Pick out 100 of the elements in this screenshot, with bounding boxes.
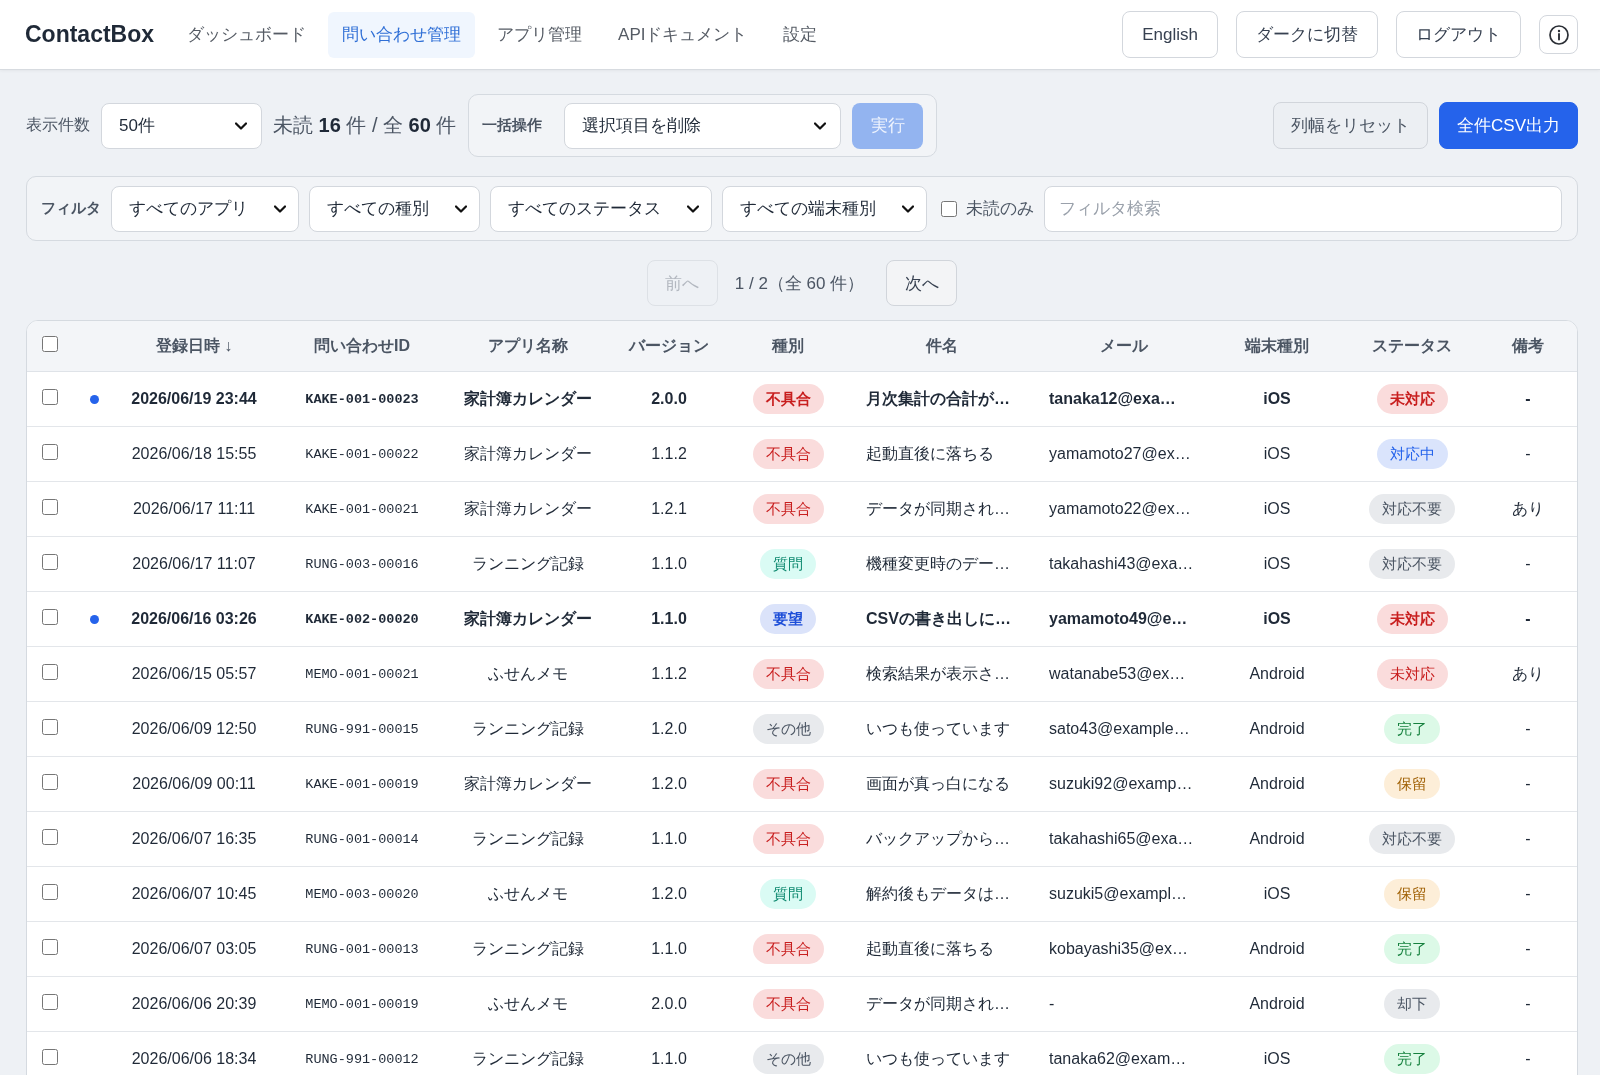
type-tag: 不具合 (752, 384, 824, 414)
status-tag: 保留 (1384, 879, 1440, 909)
filter-dropdown[interactable]: すべてのアプリ (111, 185, 299, 232)
row-checkbox[interactable] (42, 554, 58, 570)
table-cell: 1.1.0 (605, 812, 733, 867)
column-header[interactable]: 種別 (733, 321, 843, 372)
row-checkbox[interactable] (42, 994, 58, 1010)
unread-summary: 未読 16 件 / 全 60 件 (273, 113, 457, 138)
page-size-dropdown[interactable]: 50件 (101, 102, 262, 149)
column-header[interactable]: ステータス (1347, 321, 1477, 372)
unread-only-checkbox[interactable] (941, 200, 957, 217)
table-cell: KAKE-002-00020 (273, 592, 451, 647)
table-cell: 1.1.0 (605, 592, 733, 647)
table-cell: - (1477, 1032, 1577, 1075)
next-page-button[interactable]: 次へ (886, 260, 958, 306)
row-checkbox[interactable] (42, 499, 58, 515)
row-checkbox[interactable] (42, 719, 58, 735)
filter-search-field[interactable]: フィルタ検索 (1044, 185, 1562, 232)
type-tag: 要望 (760, 604, 816, 634)
row-checkbox[interactable] (42, 444, 58, 460)
table-cell: ふせんメモ (451, 977, 605, 1032)
table-cell: 1.2.1 (605, 482, 733, 537)
table-cell: 2026/06/19 23:44 (115, 372, 273, 427)
row-checkbox[interactable] (42, 1049, 58, 1065)
table-cell: あり (1477, 647, 1577, 702)
select-all-checkbox[interactable] (42, 336, 58, 352)
column-header[interactable]: バージョン (605, 321, 733, 372)
column-header[interactable]: 件名 (843, 321, 1041, 372)
filter-dropdown[interactable]: すべてのステータス (490, 185, 712, 232)
table-cell: バックアップから… (843, 812, 1041, 867)
table-cell: Android (1207, 757, 1347, 812)
status-tag: 完了 (1384, 1044, 1440, 1074)
chevron-down-icon (814, 121, 827, 130)
info-button[interactable] (1539, 15, 1578, 54)
table-cell: ふせんメモ (451, 867, 605, 922)
table-cell: 2026/06/17 11:11 (115, 482, 273, 537)
table-cell: 2026/06/06 20:39 (115, 977, 273, 1032)
table-cell: suzuki5@exampl… (1041, 867, 1207, 922)
table-cell: KAKE-001-00023 (273, 372, 451, 427)
language-button[interactable]: English (1122, 11, 1218, 58)
column-header[interactable]: アプリ名称 (451, 321, 605, 372)
table-cell: 1.1.2 (605, 647, 733, 702)
column-header[interactable]: 登録日時 ↓ (115, 321, 273, 372)
row-checkbox[interactable] (42, 939, 58, 955)
table-cell: 家計簿カレンダー (451, 757, 605, 812)
filter-dropdown[interactable]: すべての種別 (309, 185, 480, 232)
status-tag: 対応不要 (1369, 824, 1455, 854)
row-checkbox[interactable] (42, 774, 58, 790)
table-cell: 起動直後に落ちる (843, 922, 1041, 977)
reset-columns-button[interactable]: 列幅をリセット (1273, 102, 1429, 149)
table-cell: - (1477, 537, 1577, 592)
bulk-action-dropdown[interactable]: 選択項目を削除 (564, 102, 842, 149)
status-tag: 保留 (1384, 769, 1440, 799)
row-checkbox[interactable] (42, 609, 58, 625)
column-header[interactable]: 問い合わせID (273, 321, 451, 372)
table-cell: Android (1207, 702, 1347, 757)
table-cell: - (1477, 977, 1577, 1032)
table-cell: 月次集計の合計が… (843, 372, 1041, 427)
table-cell: Android (1207, 977, 1347, 1032)
row-checkbox[interactable] (42, 664, 58, 680)
table-cell: 2026/06/07 16:35 (115, 812, 273, 867)
nav-tab[interactable]: アプリ管理 (483, 11, 597, 58)
export-csv-button[interactable]: 全件CSV出力 (1439, 102, 1578, 149)
type-tag: 不具合 (752, 659, 824, 689)
column-header[interactable]: メール (1041, 321, 1207, 372)
theme-toggle-button[interactable]: ダークに切替 (1236, 11, 1378, 58)
table-cell: - (1477, 592, 1577, 647)
page-info: 1 / 2（全 60 件） (734, 272, 865, 295)
table-cell: 検索結果が表示さ… (843, 647, 1041, 702)
table-cell: takahashi43@exa… (1041, 537, 1207, 592)
table-cell: 2026/06/06 18:34 (115, 1032, 273, 1075)
nav-tab[interactable]: 問い合わせ管理 (328, 11, 476, 58)
chevron-down-icon (687, 204, 699, 213)
column-header[interactable]: 備考 (1477, 321, 1577, 372)
row-checkbox[interactable] (42, 884, 58, 900)
type-tag: 不具合 (752, 439, 824, 469)
nav-tab[interactable]: ダッシュボード (173, 11, 321, 58)
table-cell: 1.2.0 (605, 757, 733, 812)
table-cell: データが同期され… (843, 977, 1041, 1032)
table-cell: ランニング記録 (451, 922, 605, 977)
filter-label: フィルタ (41, 199, 101, 218)
table-cell: RUNG-991-00015 (273, 702, 451, 757)
table-cell: 2026/06/17 11:07 (115, 537, 273, 592)
table-cell: - (1477, 427, 1577, 482)
table-cell: - (1041, 977, 1207, 1032)
column-header[interactable]: 端末種別 (1207, 321, 1347, 372)
table-cell: 2026/06/16 03:26 (115, 592, 273, 647)
row-checkbox[interactable] (42, 389, 58, 405)
table-cell: iOS (1207, 1032, 1347, 1075)
table-cell: iOS (1207, 482, 1347, 537)
table-cell: iOS (1207, 867, 1347, 922)
nav-tab[interactable]: APIドキュメント (604, 11, 762, 58)
table-cell: RUNG-001-00014 (273, 812, 451, 867)
nav-tab[interactable]: 設定 (769, 11, 832, 58)
info-icon (1548, 24, 1569, 45)
status-tag: 対応不要 (1369, 494, 1455, 524)
logout-button[interactable]: ログアウト (1396, 11, 1521, 58)
row-checkbox[interactable] (42, 829, 58, 845)
filter-dropdown[interactable]: すべての端末種別 (722, 185, 927, 232)
status-tag: 対応中 (1376, 439, 1448, 469)
